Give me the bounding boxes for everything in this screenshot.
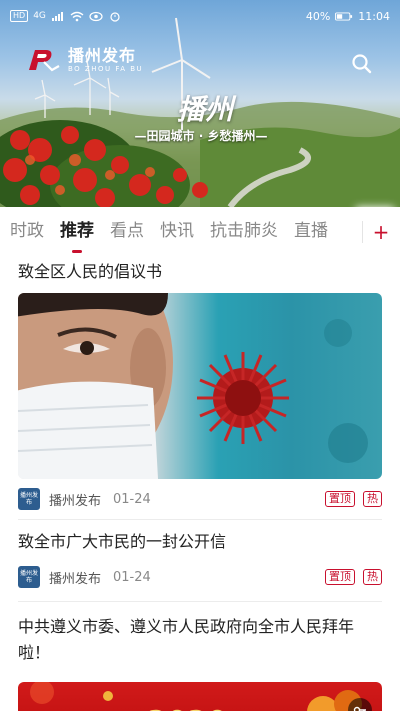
- battery-percent: 40%: [305, 9, 331, 23]
- header-banner: HD 4G 40% 11:04 播州发布 BO ZHOU FA BU 播州 —田…: [0, 0, 400, 207]
- article-card[interactable]: 致全区人民的倡议书 播州发布 播州发布 01-24 置顶 热: [0, 257, 400, 520]
- eye-icon: [89, 11, 103, 21]
- tab-label: 快讯: [160, 221, 194, 241]
- source-avatar: 播州发布: [18, 566, 40, 588]
- article-title[interactable]: 致全区人民的倡议书: [0, 257, 400, 293]
- tab-fight-pneumonia[interactable]: 抗击肺炎: [202, 207, 286, 257]
- logo-title: 播州发布: [68, 45, 137, 65]
- search-icon[interactable]: [350, 52, 374, 76]
- article-date: 01-24: [113, 569, 151, 585]
- tab-politics[interactable]: 时政: [0, 207, 52, 257]
- pinned-badge: 置顶: [325, 569, 355, 585]
- tab-label: 推荐: [60, 221, 94, 241]
- article-source: 播州发布: [49, 571, 102, 587]
- status-right: 40% 11:04: [306, 10, 390, 23]
- new-year-decor-icon: [30, 682, 362, 711]
- tab-label: 抗击肺炎: [210, 221, 278, 241]
- wifi-icon: [70, 11, 84, 21]
- clock: 11:04: [358, 9, 390, 23]
- article-meta: 播州发布 播州发布 01-24 置顶 热: [0, 485, 400, 513]
- article-card[interactable]: 中共遵义市委、遵义市人民政府向全市人民拜年啦！ 2020: [0, 602, 400, 711]
- logo-text: 播州发布 BO ZHOU FA BU: [68, 45, 144, 74]
- article-thumbnail[interactable]: 2020: [18, 682, 382, 711]
- app-logo: 播州发布 BO ZHOU FA BU: [26, 46, 143, 74]
- tab-highlights[interactable]: 看点: [102, 207, 152, 257]
- add-channel-button[interactable]: +: [362, 207, 400, 257]
- news-feed: 致全区人民的倡议书 播州发布 播州发布 01-24 置顶 热 致全市广大市民的一…: [0, 257, 400, 711]
- tab-list: 时政 推荐 看点 快讯 抗击肺炎 直播: [0, 207, 360, 257]
- mask-virus-image: [18, 293, 368, 479]
- status-bar: HD 4G 40% 11:04: [0, 0, 400, 32]
- active-tab-indicator: [72, 250, 82, 253]
- tab-recommended[interactable]: 推荐: [52, 207, 102, 257]
- hot-badge: 热: [363, 569, 382, 585]
- logo-subtitle: BO ZHOU FA BU: [68, 64, 144, 73]
- article-thumbnail[interactable]: [18, 293, 382, 479]
- banner-slogan-subtitle: —田园城市 · 乡愁播州—: [134, 129, 268, 143]
- key-icon: [353, 706, 366, 711]
- article-meta: 播州发布 播州发布 01-24 置顶 热: [0, 563, 400, 591]
- hot-badge: 热: [363, 491, 382, 507]
- tab-label: 看点: [110, 221, 144, 241]
- tab-label: 直播: [294, 221, 328, 241]
- tab-flash-news[interactable]: 快讯: [152, 207, 202, 257]
- plus-icon: +: [372, 220, 390, 244]
- article-date: 01-24: [113, 491, 151, 507]
- hd-indicator: HD: [10, 10, 29, 22]
- status-left: HD 4G: [10, 10, 122, 22]
- article-card[interactable]: 致全市广大市民的一封公开信 播州发布 播州发布 01-24 置顶 热: [0, 520, 400, 602]
- signal-icon: [51, 11, 63, 21]
- article-title[interactable]: 中共遵义市委、遵义市人民政府向全市人民拜年啦！: [0, 602, 400, 682]
- banner-slogan-title: 播州: [176, 93, 233, 126]
- battery-icon: [335, 11, 353, 21]
- tab-live[interactable]: 直播: [286, 207, 336, 257]
- category-tabs: 时政 推荐 看点 快讯 抗击肺炎 直播: [0, 207, 400, 257]
- network-indicator: 4G: [33, 11, 46, 21]
- article-title[interactable]: 致全市广大市民的一封公开信: [0, 520, 400, 560]
- source-avatar: 播州发布: [18, 488, 40, 510]
- article-source: 播州发布: [49, 493, 102, 509]
- logo-mark-icon: [29, 50, 60, 72]
- alarm-icon: [110, 11, 120, 22]
- tab-label: 时政: [10, 221, 44, 241]
- pinned-badge: 置顶: [325, 491, 355, 507]
